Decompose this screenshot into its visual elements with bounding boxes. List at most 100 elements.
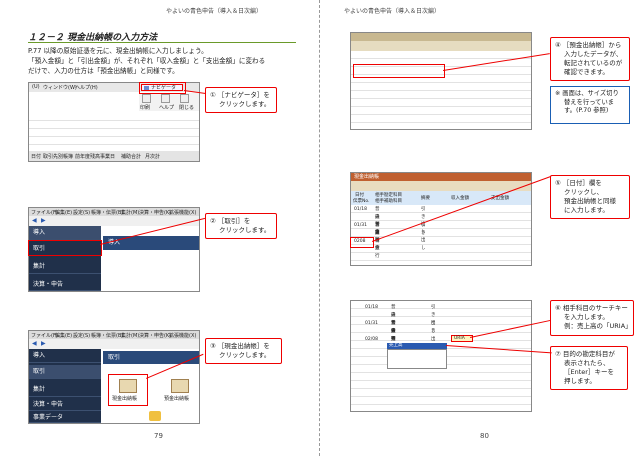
page-number: 79 [154,432,163,440]
bottom-tab[interactable]: 前年度残高事業日 [75,153,115,160]
toolbar [351,181,531,191]
callout-text: ［日付］欄を [562,179,602,187]
close-icon[interactable] [180,94,189,103]
toolbar: 印刷 ヘルプ 閉じる [139,93,199,111]
tool-label: 閉じる [179,105,195,111]
callout-number: ⑦ [555,350,561,358]
callout-line: ④ ［預金出納帳］から [555,41,625,50]
menu-item[interactable]: 編集(E) [55,332,72,339]
callout-number: ⑥ [555,304,561,312]
note-text: す。(P.70 参照) [564,107,609,114]
menu-bar: ファイル(F) 編集(E) 設定(S) 帳簿・伝票(B) 集計(M) 決算・申告… [29,331,199,339]
body-line: 「預入金額」と「引出金額」が、それぞれ「収入金額」と「支出金額」に変わる [28,57,266,65]
nav-item-closing[interactable]: 決算・申告 [29,399,101,411]
callout-text: ［取引］を [217,217,251,225]
toolbar [351,41,531,51]
note-box: ※ 画面は、サイズ切り 替えを行っていま す。(P.70 参照) [550,86,630,124]
menu-item[interactable]: 設定(S) [73,209,90,216]
back-arrow-icon[interactable]: ◀ [32,340,37,347]
callout-line: ① ［ナビゲータ］を [210,91,272,100]
row-date[interactable]: 01/31 [365,320,378,328]
window-title-bar [351,33,531,41]
row-date[interactable]: 01/18 [365,304,378,312]
nav-item-intro[interactable]: 導入 [29,226,101,240]
row-date[interactable]: 01/18 [354,206,367,214]
print-icon[interactable] [142,94,151,103]
note-line: ※ 画面は、サイズ切り [555,90,625,99]
right-page: やよいの青色申告（導入＆日次編） ④ ［預金出納帳］から 入力したデータが、 転… [320,0,640,456]
menu-item[interactable]: 帳簿・伝票(B) [91,209,123,216]
nav-item-intro[interactable]: 導入 [29,349,101,363]
callout-text: ［Enter］キーを [564,368,614,376]
callout-number: ④ [555,41,561,49]
callout-number: ③ [210,342,216,350]
callout-6: ⑥ 相手科目のサーチキー を入力します。 例：売上高の「URIA」 [550,300,634,336]
bottom-tab[interactable]: 取引先別帳簿 [43,153,73,160]
section-title: １２－２ 現金出納帳の入力方法 [28,30,296,43]
callout-number: ① [210,91,216,99]
nav-item-summary[interactable]: 集計 [29,260,101,274]
menu-item[interactable]: 拡張機能(X) [169,209,196,216]
bottom-tab[interactable]: 日付 [31,153,41,160]
callout-text: ［ナビゲータ］を [217,91,270,99]
tool-label: 印刷 [140,105,151,111]
page-header: やよいの青色申告（導入＆日次編） [344,8,441,15]
navigator-sidebar: 導入 取引 集計 決算・申告 事業データ [29,349,101,423]
ledger-grid [351,51,531,129]
callout-line: ③ ［現金出納帳］を [210,342,277,351]
menu-item[interactable]: 帳簿・伝票(B) [91,332,123,339]
back-arrow-icon[interactable]: ◀ [32,217,37,224]
column-header: 摘要 [421,196,430,201]
nav-item-summary[interactable]: 集計 [29,383,101,397]
row-date[interactable]: 01/31 [354,222,367,230]
bank-book-icon[interactable] [171,379,189,393]
menu-item[interactable]: 拡張機能(X) [169,332,196,339]
callout-line: ⑦ 目的の勘定科目が [555,350,623,359]
nav-item-transaction[interactable]: 取引 [29,365,101,379]
row-subaccount[interactable]: 白青銀行 [375,230,380,260]
callout-text: 目的の勘定科目が [562,350,615,358]
nav-toolbar: ◀ ▶ [29,339,199,349]
callout-text: 例：売上高の「URIA」 [564,322,632,330]
bottom-tab[interactable]: 月次計 [145,153,160,160]
callout-number: ⑤ [555,179,561,187]
highlight-box [28,240,102,256]
row-memo[interactable]: 引き出し [421,222,426,252]
menu-item[interactable]: ファイル(F) [31,209,58,216]
forward-arrow-icon[interactable]: ▶ [41,340,46,347]
note-text: 画面は、サイズ切り [562,90,619,97]
callout-text: 入力したデータが、 [564,50,623,58]
menu-item[interactable]: ヘルプ(H) [75,84,98,91]
menu-item[interactable]: 集計(M) [121,332,139,339]
menu-item[interactable]: 設定(S) [73,332,90,339]
dropdown-list[interactable] [387,349,447,369]
menu-item[interactable]: (U) [32,84,40,90]
menu-item[interactable]: 集計(M) [121,209,139,216]
callout-line: ② ［取引］を [210,217,272,226]
note-mark: ※ [555,90,561,97]
callout-text: 確認できます。 [564,68,609,76]
bottom-tab[interactable]: 補助合計 [121,153,141,160]
help-icon[interactable] [161,94,170,103]
body-text: P.77 以降の原始証憑を元に、現金出納帳に入力しましょう。 「預入金額」と「引… [28,46,296,76]
callout-7: ⑦ 目的の勘定科目が 表示されたら、 ［Enter］キーを 押します。 [550,346,628,390]
callout-text: クリックします。 [219,226,271,234]
menu-bar: ファイル(F) 編集(E) 設定(S) 帳簿・伝票(B) 集計(M) 決算・申告… [29,208,199,216]
menu-item[interactable]: ファイル(F) [31,332,58,339]
nav-item-business-data[interactable]: 事業データ [29,412,101,423]
screenshot-search-key: 01/18普通預金引き出し 白青銀行 01/31普通預金引き出し 白青銀行 02… [350,300,532,412]
callout-text: クリックします。 [219,100,271,108]
nav-item-closing[interactable]: 決算・申告 [29,278,101,291]
page-header: やよいの青色申告（導入＆日次編） [166,8,263,15]
menu-item[interactable]: ウィンドウ(W) [43,84,77,91]
menu-item[interactable]: 編集(E) [55,209,72,216]
row-date[interactable]: 02/08 [365,336,378,344]
forward-arrow-icon[interactable]: ▶ [41,217,46,224]
menu-item[interactable]: 決算・申告(K) [139,332,171,339]
note-text: 替えを行っていま [564,98,615,106]
screenshot-menu-bar: (U) ウィンドウ(W) ヘルプ(H) ナビゲータ 印刷 ヘルプ 閉じる 日付 … [28,82,200,162]
menu-item[interactable]: 決算・申告(K) [139,209,171,216]
callout-text: 預金出納帳と同様 [564,197,616,205]
column-header: 収入金額 [451,196,469,201]
body-line: だけで、入力の仕方は「預金出納帳」と同様です。 [28,67,179,75]
